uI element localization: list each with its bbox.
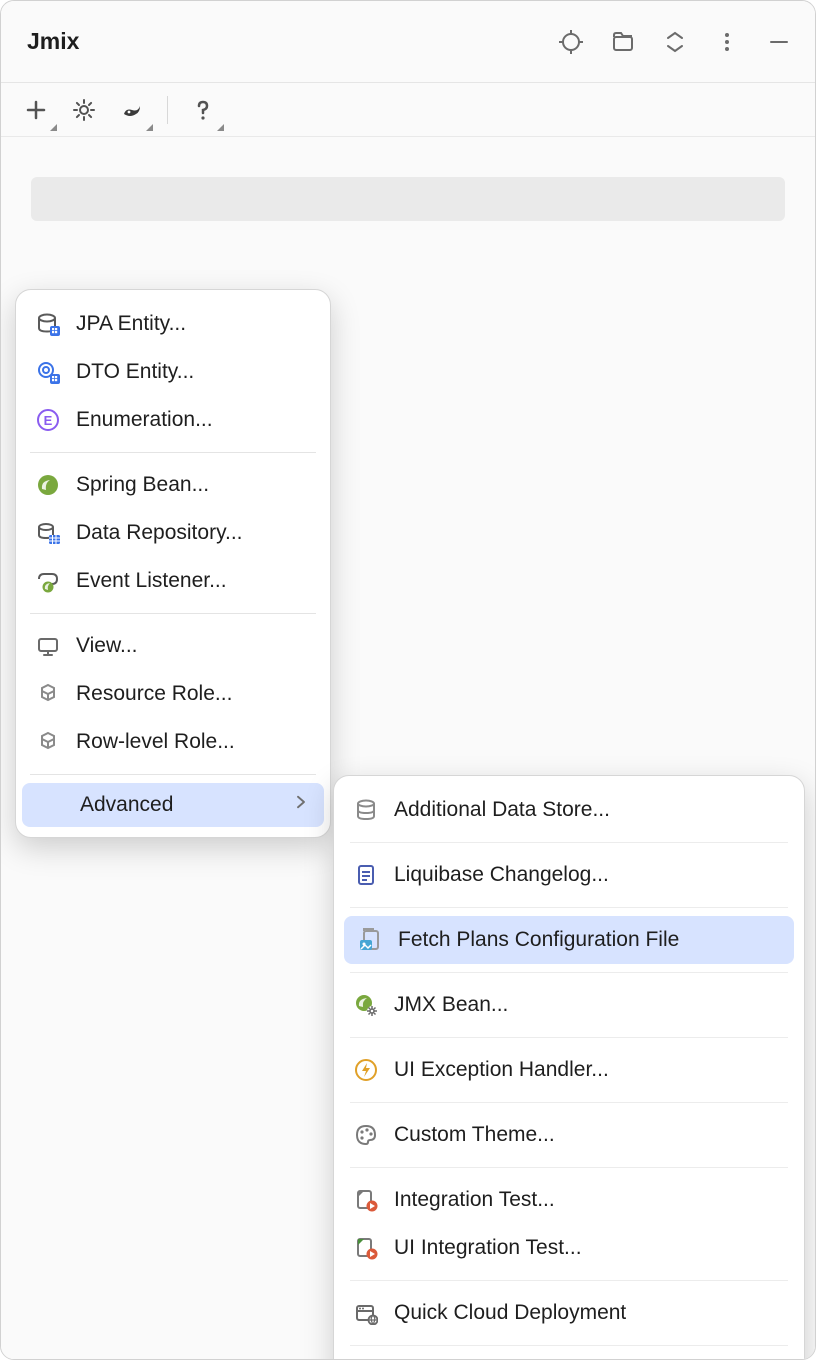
resource-role-icon xyxy=(34,680,62,708)
collapse-all-button[interactable] xyxy=(661,28,689,56)
menu-item-jpa-entity[interactable]: JPA Entity... xyxy=(16,300,330,348)
menu-item-resource-role[interactable]: Resource Role... xyxy=(16,670,330,718)
new-menu: JPA Entity... DTO Entity... Enumeration.… xyxy=(15,289,331,838)
menu-item-additional-data-store[interactable]: Additional Data Store... xyxy=(334,786,804,834)
menu-item-advanced[interactable]: Advanced xyxy=(22,783,324,827)
spring-bean-icon xyxy=(34,471,62,499)
dropdown-indicator-icon xyxy=(50,124,57,131)
menu-label: Additional Data Store... xyxy=(394,798,610,822)
ui-integration-test-icon xyxy=(352,1234,380,1262)
menu-label: Resource Role... xyxy=(76,682,232,706)
menu-label: UI Exception Handler... xyxy=(394,1058,609,1082)
menu-item-integration-test[interactable]: Integration Test... xyxy=(334,1176,804,1224)
menu-label: Spring Bean... xyxy=(76,473,209,497)
titlebar-actions xyxy=(557,28,793,56)
view-icon xyxy=(34,632,62,660)
enumeration-icon xyxy=(34,406,62,434)
menu-label: JPA Entity... xyxy=(76,312,186,336)
tree-selection-row[interactable] xyxy=(31,177,785,221)
menu-item-jmx-bean[interactable]: JMX Bean... xyxy=(334,981,804,1029)
titlebar: Jmix xyxy=(1,1,815,83)
toolbar-separator xyxy=(167,96,168,124)
exception-handler-icon xyxy=(352,1056,380,1084)
menu-item-dto-entity[interactable]: DTO Entity... xyxy=(16,348,330,396)
menu-item-liquibase-changelog[interactable]: Liquibase Changelog... xyxy=(334,851,804,899)
menu-item-view[interactable]: View... xyxy=(16,622,330,670)
menu-item-quick-cloud-deployment[interactable]: Quick Cloud Deployment xyxy=(334,1289,804,1337)
dropdown-indicator-icon xyxy=(217,124,224,131)
menu-separator xyxy=(30,452,316,453)
menu-label: Data Repository... xyxy=(76,521,243,545)
gradle-button[interactable] xyxy=(115,93,149,127)
integration-test-icon xyxy=(352,1186,380,1214)
menu-label: UI Integration Test... xyxy=(394,1236,582,1260)
open-folder-button[interactable] xyxy=(609,28,637,56)
menu-item-spring-bean[interactable]: Spring Bean... xyxy=(16,461,330,509)
menu-item-row-level-role[interactable]: Row-level Role... xyxy=(16,718,330,766)
menu-separator xyxy=(350,972,788,973)
menu-item-ui-exception-handler[interactable]: UI Exception Handler... xyxy=(334,1046,804,1094)
dropdown-indicator-icon xyxy=(146,124,153,131)
menu-item-fetch-plans-config[interactable]: Fetch Plans Configuration File xyxy=(344,916,794,964)
chevron-right-icon xyxy=(292,793,310,817)
menu-separator xyxy=(350,1345,788,1346)
menu-separator xyxy=(350,1167,788,1168)
help-button[interactable] xyxy=(186,93,220,127)
menu-separator xyxy=(30,774,316,775)
menu-label: Quick Cloud Deployment xyxy=(394,1301,626,1325)
panel-title: Jmix xyxy=(27,28,79,55)
cloud-deployment-icon xyxy=(352,1299,380,1327)
menu-label: Enumeration... xyxy=(76,408,213,432)
menu-item-ui-integration-test[interactable]: UI Integration Test... xyxy=(334,1224,804,1272)
settings-button[interactable] xyxy=(67,93,101,127)
menu-item-event-listener[interactable]: Event Listener... xyxy=(16,557,330,605)
menu-separator xyxy=(30,613,316,614)
jmix-panel: Jmix Tests Open in Browser xyxy=(0,0,816,1360)
liquibase-icon xyxy=(352,861,380,889)
menu-separator xyxy=(350,842,788,843)
panel-content: Tests Open in Browser JPA Entity... DTO … xyxy=(1,137,815,1359)
select-in-tree-button[interactable] xyxy=(557,28,585,56)
menu-separator xyxy=(350,907,788,908)
menu-label: Integration Test... xyxy=(394,1188,555,1212)
toolbar xyxy=(1,83,815,137)
menu-label: JMX Bean... xyxy=(394,993,508,1017)
jpa-entity-icon xyxy=(34,310,62,338)
data-store-icon xyxy=(352,796,380,824)
menu-label: Custom Theme... xyxy=(394,1123,555,1147)
menu-label: Advanced xyxy=(80,793,173,817)
event-listener-icon xyxy=(34,567,62,595)
new-button[interactable] xyxy=(19,93,53,127)
menu-item-custom-theme[interactable]: Custom Theme... xyxy=(334,1111,804,1159)
menu-label: View... xyxy=(76,634,137,658)
menu-label: Event Listener... xyxy=(76,569,227,593)
menu-separator xyxy=(350,1280,788,1281)
fetch-plans-icon xyxy=(356,926,384,954)
menu-item-openapi-client[interactable]: OpenAPI Client xyxy=(334,1354,804,1360)
menu-label: Row-level Role... xyxy=(76,730,235,754)
menu-separator xyxy=(350,1102,788,1103)
menu-label: Liquibase Changelog... xyxy=(394,863,609,887)
minimize-button[interactable] xyxy=(765,28,793,56)
more-menu-button[interactable] xyxy=(713,28,741,56)
dto-entity-icon xyxy=(34,358,62,386)
menu-item-data-repository[interactable]: Data Repository... xyxy=(16,509,330,557)
menu-label: Fetch Plans Configuration File xyxy=(398,928,679,952)
row-level-role-icon xyxy=(34,728,62,756)
data-repository-icon xyxy=(34,519,62,547)
advanced-submenu: Additional Data Store... Liquibase Chang… xyxy=(333,775,805,1360)
menu-item-enumeration[interactable]: Enumeration... xyxy=(16,396,330,444)
jmx-bean-icon xyxy=(352,991,380,1019)
menu-separator xyxy=(350,1037,788,1038)
menu-label: DTO Entity... xyxy=(76,360,194,384)
custom-theme-icon xyxy=(352,1121,380,1149)
